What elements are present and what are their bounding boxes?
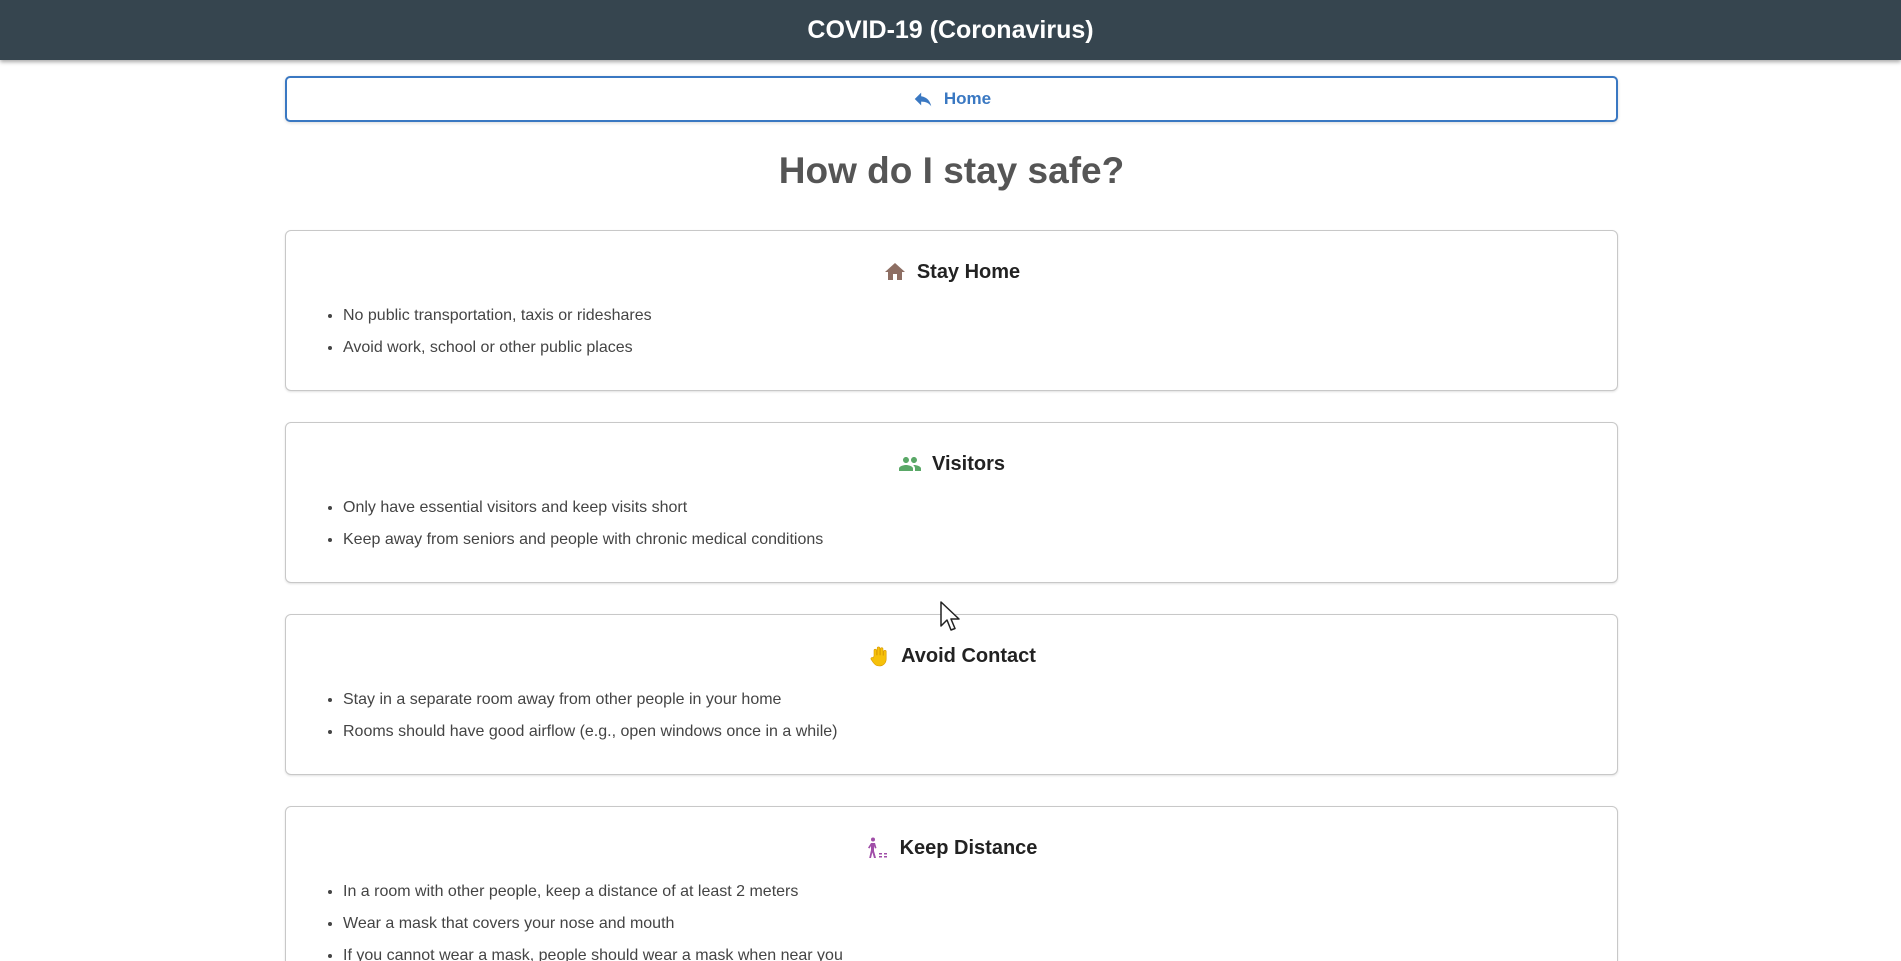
reply-arrow-icon bbox=[914, 92, 932, 107]
card-header: Visitors bbox=[286, 450, 1617, 478]
card-list: Stay in a separate room away from other … bbox=[286, 684, 1617, 748]
list-item: Avoid work, school or other public place… bbox=[343, 332, 1617, 364]
app-title: COVID-19 (Coronavirus) bbox=[807, 15, 1094, 44]
list-item: No public transportation, taxis or rides… bbox=[343, 300, 1617, 332]
card-stay-home: Stay Home No public transportation, taxi… bbox=[285, 230, 1618, 391]
list-item: Wear a mask that covers your nose and mo… bbox=[343, 908, 1617, 940]
card-title: Stay Home bbox=[916, 260, 1021, 283]
list-item: Keep away from seniors and people with c… bbox=[343, 524, 1617, 556]
list-item: In a room with other people, keep a dist… bbox=[343, 876, 1617, 908]
raised-hand-icon bbox=[870, 646, 887, 667]
page-title: How do I stay safe? bbox=[778, 150, 1125, 191]
card-list: Only have essential visitors and keep vi… bbox=[286, 492, 1617, 556]
card-list: In a room with other people, keep a dist… bbox=[286, 876, 1617, 961]
card-avoid-contact: Avoid Contact Stay in a separate room aw… bbox=[285, 614, 1618, 775]
card-visitors: Visitors Only have essential visitors an… bbox=[285, 422, 1618, 583]
app-header: COVID-19 (Coronavirus) bbox=[0, 0, 1901, 60]
home-button-label: Home bbox=[943, 89, 992, 108]
list-item: Rooms should have good airflow (e.g., op… bbox=[343, 716, 1617, 748]
social-distance-icon bbox=[867, 837, 887, 858]
mouse-cursor-icon bbox=[940, 601, 960, 631]
list-item: Only have essential visitors and keep vi… bbox=[343, 492, 1617, 524]
card-header: Stay Home bbox=[286, 258, 1617, 286]
card-header: Keep Distance bbox=[286, 834, 1617, 862]
card-title: Visitors bbox=[932, 452, 1005, 475]
people-icon bbox=[899, 457, 921, 471]
home-button[interactable]: Home bbox=[285, 76, 1618, 122]
card-title: Avoid Contact bbox=[901, 644, 1036, 667]
list-item: If you cannot wear a mask, people should… bbox=[343, 940, 1617, 961]
house-icon bbox=[884, 263, 905, 280]
card-list: No public transportation, taxis or rides… bbox=[286, 300, 1617, 364]
list-item: Stay in a separate room away from other … bbox=[343, 684, 1617, 716]
card-keep-distance: Keep Distance In a room with other peopl… bbox=[285, 806, 1618, 961]
card-title: Keep Distance bbox=[899, 836, 1038, 859]
card-header: Avoid Contact bbox=[286, 642, 1617, 670]
